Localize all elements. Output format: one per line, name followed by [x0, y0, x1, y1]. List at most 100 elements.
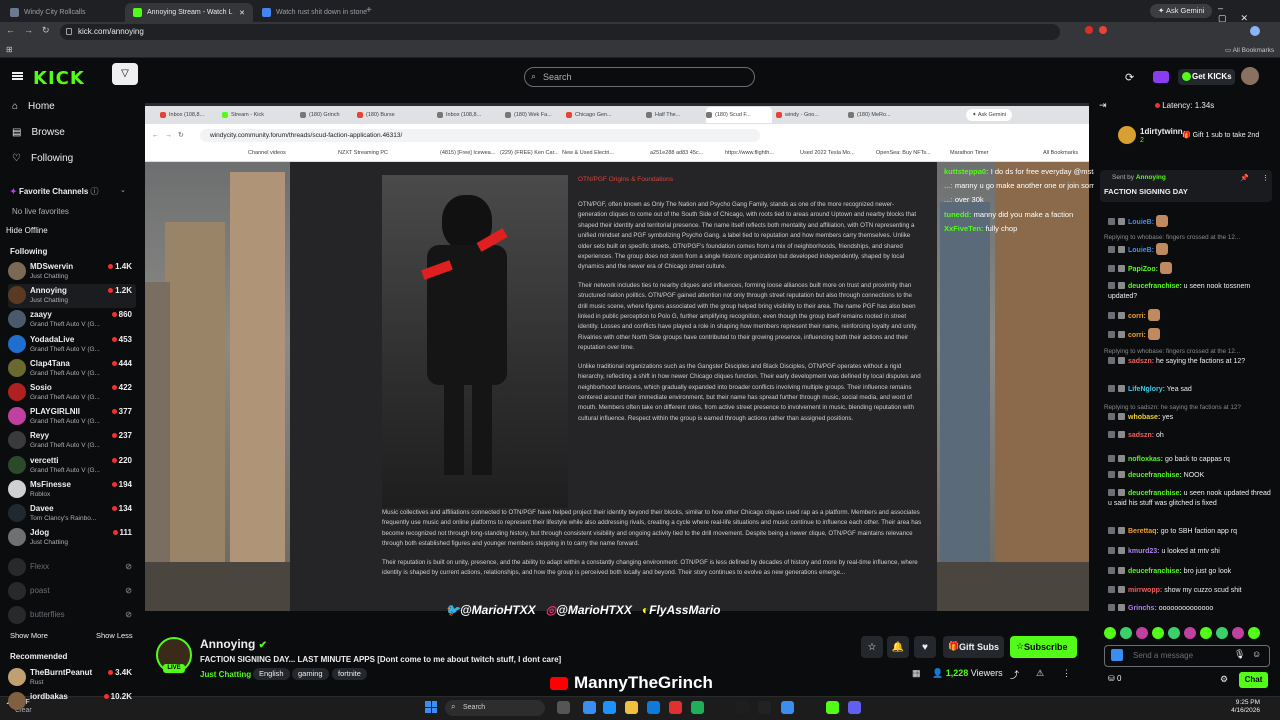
ask-gemini-button[interactable]: ✦ Ask Gemini — [1150, 4, 1213, 18]
taskbar-app-icon[interactable] — [557, 701, 570, 714]
sidebar-channel[interactable]: vercetti Grand Theft Auto V (G... 220 — [8, 454, 136, 478]
site-info-icon[interactable] — [66, 28, 72, 35]
apps-grid-icon[interactable]: ⊞ — [6, 45, 13, 54]
close-tab-icon[interactable]: ✕ — [239, 9, 245, 17]
chat-message[interactable]: nofloxkas: go back to cappas rq — [1104, 455, 1274, 465]
all-bookmarks-link[interactable]: ▭ All Bookmarks — [1225, 46, 1274, 54]
extension-icon[interactable] — [1099, 26, 1107, 34]
kick-app-icon[interactable]: ▽ — [112, 63, 138, 85]
browser-tab[interactable]: Windy City Rollcalls — [2, 3, 124, 22]
report-icon[interactable]: ⚠ — [1036, 668, 1044, 679]
chat-username[interactable]: PapiZoo: — [1128, 266, 1158, 273]
sidebar-channel[interactable]: Annoying Just Chatting 1.2K — [8, 284, 136, 309]
chat-message[interactable]: deucefranchise: u seen nook updated thre… — [1104, 489, 1274, 509]
sidebar-channel[interactable]: MDSwervin Just Chatting 1.4K — [8, 260, 136, 284]
gifter-name[interactable]: 1dirtytwinn — [1140, 127, 1183, 136]
profile-avatar[interactable] — [1250, 26, 1260, 36]
chat-message[interactable]: LifeNglory: Yea sad — [1104, 385, 1274, 395]
chat-username[interactable]: deucefranchise: — [1128, 568, 1182, 575]
chat-username[interactable]: mirrwopp: — [1128, 587, 1162, 594]
chat-username[interactable]: Berettaq: — [1128, 528, 1159, 535]
chat-username[interactable]: sadszn: — [1128, 358, 1154, 365]
bell-icon[interactable]: 🔔 — [887, 636, 909, 658]
sidebar-recommended-channel[interactable]: TheBurntPeanut Rust 3.4K — [8, 666, 136, 690]
chat-username[interactable]: LifeNglory: — [1128, 386, 1165, 393]
sidebar-item-browse[interactable]: ▤ Browse — [12, 127, 65, 138]
taskbar-app-icon[interactable] — [736, 701, 749, 714]
emote-icon[interactable] — [1104, 627, 1116, 639]
more-icon[interactable]: ⋮ — [1062, 668, 1071, 679]
emoji-icon[interactable]: ☺ — [1252, 649, 1261, 659]
chat-username[interactable]: nofloxkas: — [1128, 456, 1163, 463]
chat-message[interactable]: mirrwopp: show my cuzzo scud shit — [1104, 586, 1274, 596]
menu-icon[interactable] — [12, 72, 23, 80]
emote-bar[interactable] — [1104, 627, 1270, 639]
star-icon[interactable]: ☆ — [861, 636, 883, 658]
favorite-channels-heading[interactable]: ✦ Favorite Channels ⓘ — [10, 186, 99, 197]
chat-message[interactable]: deucefranchise: bro just go look — [1104, 567, 1274, 577]
emote-picker-icon[interactable] — [1111, 649, 1123, 661]
chat-username[interactable]: kmurd23: — [1128, 548, 1160, 555]
windows-start-icon[interactable] — [425, 701, 437, 713]
emote-icon[interactable] — [1184, 627, 1196, 639]
chat-username[interactable]: deucefranchise: — [1128, 283, 1182, 290]
sidebar-channel[interactable]: PLAYGIRLNII Grand Theft Auto V (G... 377 — [8, 405, 136, 429]
kick-logo[interactable]: KICK — [33, 68, 85, 89]
emote-icon[interactable] — [1120, 627, 1132, 639]
taskbar-app-icon[interactable] — [848, 701, 861, 714]
sidebar-channel[interactable]: Jdog Just Chatting 111 — [8, 526, 136, 550]
sidebar-channel[interactable]: zaayy Grand Theft Auto V (G... 860 — [8, 308, 136, 332]
sidebar-item-following[interactable]: ♡ Following — [12, 153, 73, 164]
show-more-button[interactable]: Show More — [10, 631, 48, 640]
browser-tab[interactable]: Watch rust shit down in stone — [254, 3, 374, 22]
emote-icon[interactable] — [1248, 627, 1260, 639]
chat-message[interactable]: LouieB: — [1104, 215, 1274, 228]
taskbar-app-icon[interactable] — [647, 701, 660, 714]
sidebar-item-home[interactable]: ⌂ Home — [12, 101, 55, 112]
sidebar-channel-offline[interactable]: butterflies ⊘ — [8, 604, 136, 628]
taskbar-app-icon[interactable] — [625, 701, 638, 714]
emote-icon[interactable] — [1152, 627, 1164, 639]
chat-username[interactable]: deucefranchise: — [1128, 490, 1182, 497]
emote-icon[interactable] — [1136, 627, 1148, 639]
stream-category[interactable]: Just Chatting — [200, 670, 251, 679]
chat-message[interactable]: Replying to whobase: fingers crossed at … — [1104, 347, 1274, 367]
chat-username[interactable]: LouieB: — [1128, 219, 1154, 226]
sidebar-channel[interactable]: Reyy Grand Theft Auto V (G... 237 — [8, 429, 136, 453]
share-icon[interactable]: ⤴ — [1010, 668, 1019, 681]
more-icon[interactable]: ⋮ — [1262, 174, 1269, 182]
chat-message[interactable]: kmurd23: u looked at mtv shi — [1104, 547, 1274, 557]
url-input[interactable]: kick.com/annoying — [60, 24, 1060, 40]
taskbar-app-icon[interactable] — [583, 701, 596, 714]
new-tab-button[interactable]: + — [366, 5, 372, 16]
tag-pill[interactable]: gaming — [292, 668, 329, 680]
send-chat-button[interactable]: Chat — [1239, 672, 1268, 688]
extension-icon[interactable] — [1085, 26, 1093, 34]
points-indicator[interactable]: ⛁ 0 — [1108, 674, 1121, 683]
nav-buttons[interactable]: ←→↻ — [6, 25, 59, 36]
heart-icon[interactable]: ♥ — [914, 636, 936, 658]
sidebar-recommended-channel[interactable]: iordbakas 10.2K — [8, 690, 136, 710]
chat-username[interactable]: whobase: — [1128, 414, 1160, 421]
chat-message[interactable]: Grinchs: oooooooooooooo — [1104, 604, 1274, 614]
emote-icon[interactable] — [1232, 627, 1244, 639]
streamer-name[interactable]: Annoying ✔ — [200, 637, 267, 651]
emote-icon[interactable] — [1216, 627, 1228, 639]
settings-icon[interactable]: ⚙ — [1220, 674, 1228, 685]
collapse-icon[interactable]: ⌄ — [120, 186, 126, 194]
collapse-chat-icon[interactable]: ⇥ — [1099, 100, 1107, 111]
layout-icon[interactable]: ▦ — [912, 668, 921, 679]
sidebar-channel-offline[interactable]: poast ⊘ — [8, 580, 136, 604]
sidebar-channel[interactable]: YodadaLive Grand Theft Auto V (G... 453 — [8, 333, 136, 357]
pin-icon[interactable]: 📌 — [1240, 174, 1249, 182]
chat-message[interactable]: sadszn: oh — [1104, 431, 1274, 441]
hide-offline-button[interactable]: Hide Offline — [6, 226, 48, 235]
user-avatar[interactable] — [1241, 67, 1259, 85]
taskbar-app-icon[interactable] — [691, 701, 704, 714]
taskbar-app-icon[interactable] — [669, 701, 682, 714]
sidebar-channel[interactable]: Clap4Tana Grand Theft Auto V (G... 444 — [8, 357, 136, 381]
emote-icon[interactable] — [1168, 627, 1180, 639]
sidebar-channel[interactable]: Sosio Grand Theft Auto V (G... 422 — [8, 381, 136, 405]
taskbar-app-icon[interactable] — [758, 701, 771, 714]
browser-tab-active[interactable]: Annoying Stream - Watch L ✕ — [125, 3, 253, 22]
